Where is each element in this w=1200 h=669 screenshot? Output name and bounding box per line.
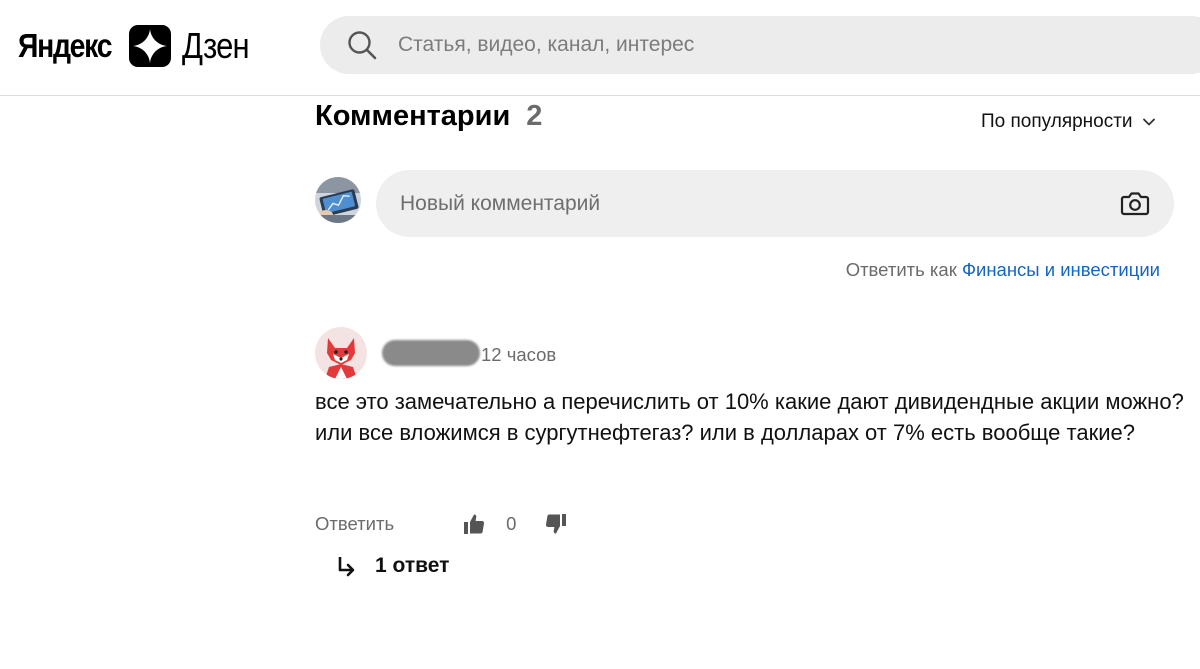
current-user-avatar-image bbox=[315, 177, 361, 223]
fox-avatar-icon bbox=[315, 327, 367, 379]
camera-icon[interactable] bbox=[1120, 189, 1150, 217]
likes-count: 0 bbox=[506, 513, 517, 534]
thumbs-up-icon[interactable] bbox=[462, 512, 486, 536]
reply-arrow-icon bbox=[338, 557, 355, 577]
replies-count-label: 1 ответ bbox=[375, 554, 450, 577]
dzen-logo-icon bbox=[129, 25, 171, 67]
reply-button[interactable]: Ответить bbox=[315, 513, 394, 535]
comment-actions: Ответить 0 bbox=[315, 510, 568, 538]
comments-heading: Комментарии 2 bbox=[315, 100, 542, 133]
comments-count: 2 bbox=[526, 100, 543, 132]
new-comment-box[interactable] bbox=[376, 170, 1174, 237]
reply-as-prefix: Ответить как bbox=[845, 259, 957, 280]
dzen-logo[interactable]: Яндекс Дзен bbox=[18, 24, 260, 68]
commenter-name-redacted[interactable] bbox=[382, 340, 480, 366]
show-replies-link[interactable]: 1 ответ bbox=[337, 554, 449, 578]
thumbs-down-icon[interactable] bbox=[544, 512, 568, 536]
search-input[interactable] bbox=[398, 33, 1098, 57]
chevron-down-icon bbox=[1142, 118, 1155, 126]
logo-yandex-text: Яндекс bbox=[18, 27, 113, 64]
new-comment-input[interactable] bbox=[400, 191, 1080, 216]
comment-time: 12 часов bbox=[481, 344, 557, 365]
search-bar[interactable] bbox=[320, 16, 1200, 74]
commenter-avatar[interactable] bbox=[315, 327, 367, 379]
search-icon[interactable] bbox=[346, 29, 378, 61]
comments-title: Комментарии bbox=[315, 100, 511, 132]
reply-as-line: Ответить как Финансы и инвестиции bbox=[846, 259, 1160, 281]
top-header: Яндекс Дзен bbox=[0, 0, 1200, 96]
reply-as-channel-link[interactable]: Финансы и инвестиции bbox=[962, 259, 1160, 280]
sort-dropdown[interactable]: По популярности bbox=[981, 111, 1157, 133]
comment-text: все это замечательно а перечислить от 10… bbox=[315, 389, 1184, 445]
logo-dzen-text: Дзен bbox=[182, 25, 250, 66]
sort-label: По популярности bbox=[981, 111, 1133, 132]
current-user-avatar[interactable] bbox=[315, 177, 361, 223]
